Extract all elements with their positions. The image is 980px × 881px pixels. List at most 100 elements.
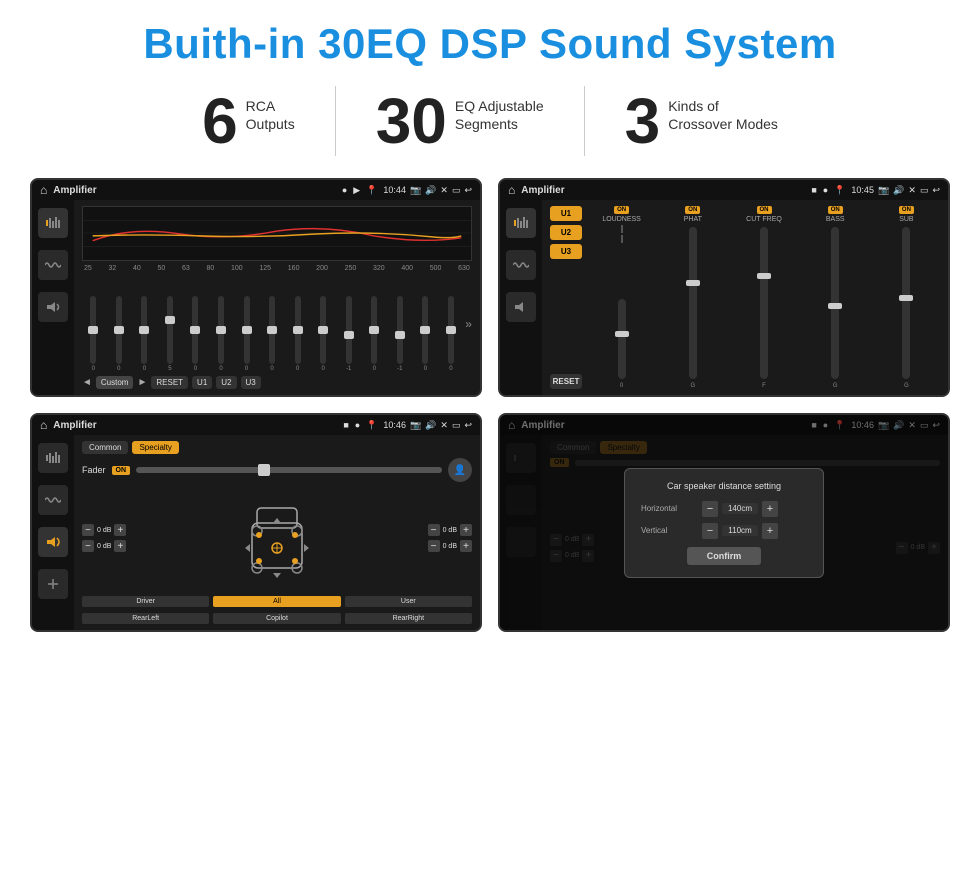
eq-sliders: 0 0 0 5 0 0 0 0 0 0 -1 0 -1 0 0 — [82, 276, 472, 372]
slider-bass[interactable] — [831, 227, 839, 379]
play-icon-1: ▶ — [353, 185, 360, 196]
home-icon-1[interactable]: ⌂ — [40, 183, 47, 197]
eq-btn-2[interactable] — [506, 208, 536, 238]
u2-btn-1[interactable]: U2 — [216, 376, 236, 389]
screen-amp: ⌂ Amplifier ■ ● 📍 10:45 📷 🔊 ✕ ▭ ↩ — [498, 178, 950, 397]
status-bar-3: ⌂ Amplifier ■ ● 📍 10:46 📷 🔊 ✕ ▭ ↩ — [32, 415, 480, 435]
wave-btn[interactable] — [38, 250, 68, 280]
stat-eq: 30 EQ AdjustableSegments — [336, 89, 584, 153]
vol-minus-fl[interactable]: − — [82, 524, 94, 536]
dialog-title: Car speaker distance setting — [641, 481, 807, 491]
eq-slider-4[interactable]: 0 — [184, 296, 207, 372]
vertical-minus-btn[interactable]: − — [702, 523, 718, 539]
btn-rearright[interactable]: RearRight — [345, 613, 472, 624]
eq-controls: ◄ Custom ► RESET U1 U2 U3 — [82, 376, 472, 389]
stat-crossover-number: 3 — [625, 89, 661, 153]
vol-row-fl: − 0 dB + — [82, 524, 126, 536]
eq-slider-12[interactable]: -1 — [389, 296, 412, 372]
custom-label[interactable]: Custom — [96, 376, 134, 389]
volume-btn-3[interactable] — [38, 527, 68, 557]
u1-btn-1[interactable]: U1 — [192, 376, 212, 389]
slider-phat[interactable] — [689, 227, 697, 379]
vol-row-fr: − 0 dB + — [428, 524, 472, 536]
eq-slider-9[interactable]: 0 — [312, 296, 335, 372]
eq-slider-1[interactable]: 0 — [108, 296, 131, 372]
vol-plus-fl[interactable]: + — [114, 524, 126, 536]
vol-val-fr: 0 dB — [443, 527, 457, 534]
preset-u3[interactable]: U3 — [550, 244, 582, 259]
fader-on-badge: ON — [112, 466, 131, 475]
eq-slider-7[interactable]: 0 — [261, 296, 284, 372]
fader-main: Common Specialty Fader ON 👤 — [74, 435, 480, 630]
eq-slider-8[interactable]: 0 — [286, 296, 309, 372]
horizontal-plus-btn[interactable]: + — [762, 501, 778, 517]
wave-btn-2[interactable] — [506, 250, 536, 280]
stats-row: 6 RCAOutputs 30 EQ AdjustableSegments 3 … — [30, 86, 950, 156]
status-icons-2: 10:45 📷 🔊 ✕ ▭ ↩ — [851, 185, 940, 196]
confirm-button[interactable]: Confirm — [687, 547, 762, 565]
btn-copilot[interactable]: Copilot — [213, 613, 340, 624]
next-arrow[interactable]: ► — [137, 377, 147, 388]
slider-sub[interactable] — [902, 227, 910, 379]
dialog-overlay: Car speaker distance setting Horizontal … — [500, 415, 948, 630]
location-icon-1: 📍 — [366, 185, 377, 196]
eq-slider-5[interactable]: 0 — [210, 296, 233, 372]
prev-arrow[interactable]: ◄ — [82, 377, 92, 388]
dot2-icon-3: ● — [355, 420, 360, 430]
horizontal-minus-btn[interactable]: − — [702, 501, 718, 517]
on-badge-loudness: ON — [614, 206, 629, 214]
label-sub: SUB — [899, 216, 913, 223]
vol-plus-fr[interactable]: + — [460, 524, 472, 536]
eq-slider-3[interactable]: 5 — [159, 296, 182, 372]
home-icon-3[interactable]: ⌂ — [40, 418, 47, 432]
amp2-presets: U1 U2 U3 RESET — [550, 206, 582, 389]
side-panel-2 — [500, 200, 542, 395]
vol-minus-rr[interactable]: − — [428, 540, 440, 552]
home-icon-2[interactable]: ⌂ — [508, 183, 515, 197]
btn-all[interactable]: All — [213, 596, 340, 607]
vol-minus-fr[interactable]: − — [428, 524, 440, 536]
volume-btn-2[interactable] — [506, 292, 536, 322]
eq-btn[interactable] — [38, 208, 68, 238]
vol-plus-rl[interactable]: + — [114, 540, 126, 552]
eq-slider-10[interactable]: -1 — [337, 296, 360, 372]
preset-u2[interactable]: U2 — [550, 225, 582, 240]
preset-u1[interactable]: U1 — [550, 206, 582, 221]
fader-slider[interactable] — [136, 467, 442, 473]
app-name-1: Amplifier — [53, 185, 336, 196]
eq-slider-0[interactable]: 0 — [82, 296, 105, 372]
volume-btn[interactable] — [38, 292, 68, 322]
btn-user[interactable]: User — [345, 596, 472, 607]
eq-slider-13[interactable]: 0 — [414, 296, 437, 372]
label-bass: BASS — [826, 216, 845, 223]
eq-btn-3[interactable] — [38, 443, 68, 473]
dialog-row-vertical: Vertical − 110cm + — [641, 523, 807, 539]
horizontal-value: 140cm — [722, 503, 758, 514]
eq-slider-11[interactable]: 0 — [363, 296, 386, 372]
vol-val-fl: 0 dB — [97, 527, 111, 534]
slider-loudness[interactable] — [618, 299, 626, 379]
btn-driver[interactable]: Driver — [82, 596, 209, 607]
reset-btn-1[interactable]: RESET — [151, 376, 188, 389]
btn-rearleft[interactable]: RearLeft — [82, 613, 209, 624]
expand-arrow[interactable]: » — [465, 317, 472, 331]
fader-row: Fader ON 👤 — [82, 458, 472, 482]
vol-minus-rl[interactable]: − — [82, 540, 94, 552]
status-icons-1: 10:44 📷 🔊 ✕ ▭ ↩ — [383, 185, 472, 196]
eq-slider-6[interactable]: 0 — [235, 296, 258, 372]
u3-btn-1[interactable]: U3 — [241, 376, 261, 389]
tab-specialty-3[interactable]: Specialty — [132, 441, 178, 454]
expand-btn-3[interactable] — [38, 569, 68, 599]
tab-common-3[interactable]: Common — [82, 441, 128, 454]
val-cutfreq: F — [762, 383, 766, 389]
fader-avatar: 👤 — [448, 458, 472, 482]
eq-slider-14[interactable]: 0 — [440, 296, 463, 372]
wave-btn-3[interactable] — [38, 485, 68, 515]
vol-plus-rr[interactable]: + — [460, 540, 472, 552]
screen-eq: ⌂ Amplifier ● ▶ 📍 10:44 📷 🔊 ✕ ▭ ↩ — [30, 178, 482, 397]
vertical-plus-btn[interactable]: + — [762, 523, 778, 539]
eq-slider-2[interactable]: 0 — [133, 296, 156, 372]
reset-btn-2[interactable]: RESET — [550, 374, 582, 389]
on-badge-sub: ON — [899, 206, 914, 214]
slider-cutfreq[interactable] — [760, 227, 768, 379]
